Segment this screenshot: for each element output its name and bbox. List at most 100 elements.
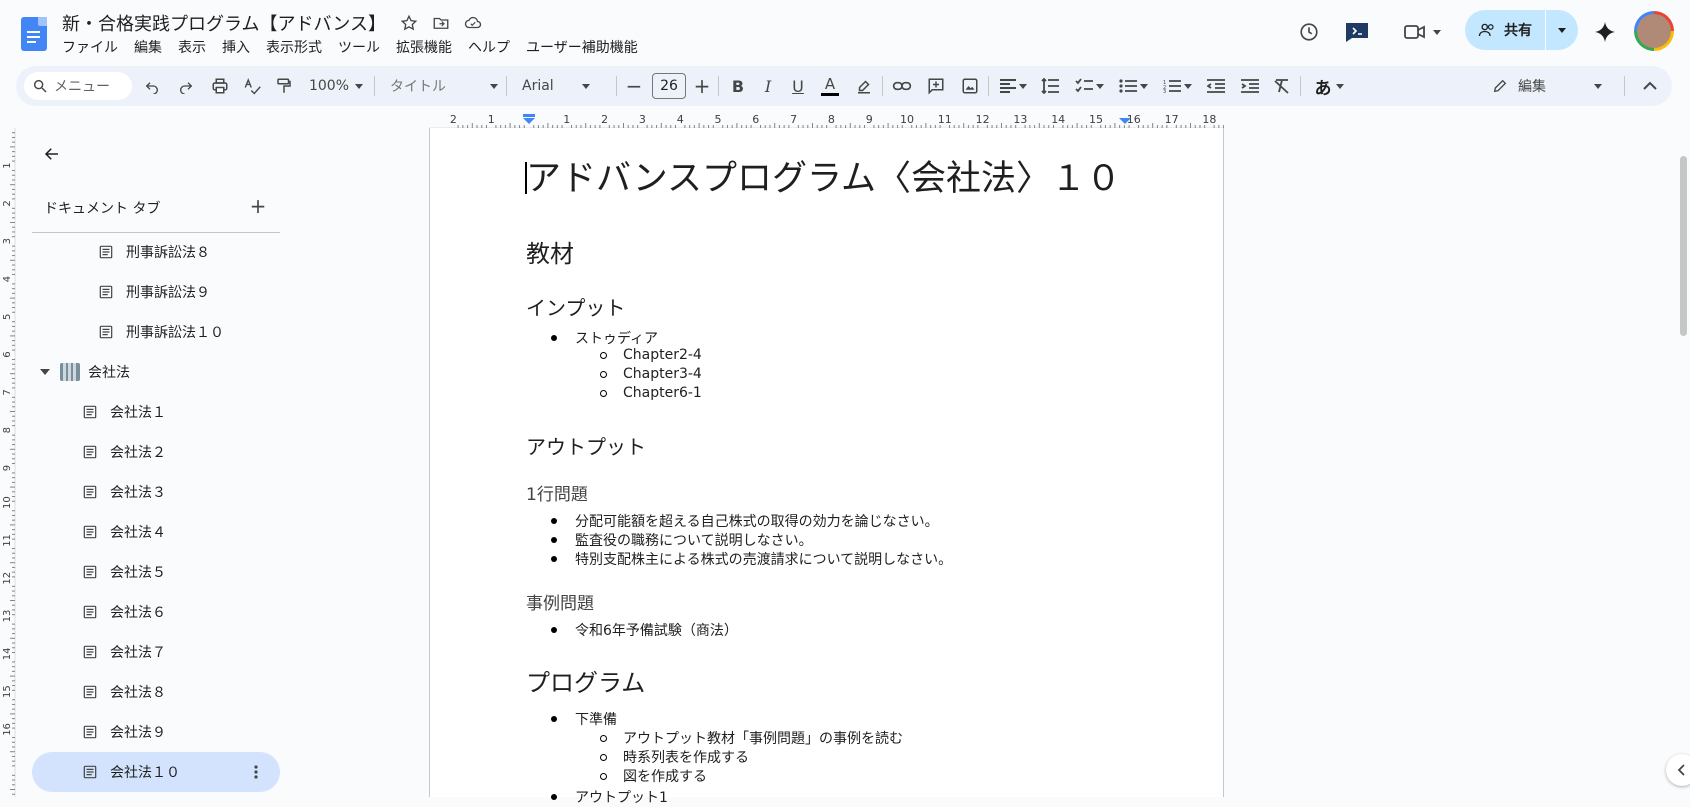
increase-indent-icon[interactable]: [1236, 66, 1264, 106]
list-item[interactable]: Chapter6-1: [600, 385, 702, 401]
font-select[interactable]: Arial: [514, 66, 612, 106]
decrease-font-size-icon[interactable]: −: [622, 66, 646, 106]
heading-materials[interactable]: 教材: [526, 234, 574, 269]
text-color-icon[interactable]: A: [816, 66, 844, 106]
expand-side-panel-icon[interactable]: [1666, 754, 1690, 786]
avatar[interactable]: [1634, 11, 1674, 51]
align-icon[interactable]: [994, 66, 1032, 106]
menu-extensions[interactable]: 拡張機能: [396, 37, 460, 57]
list-item[interactable]: 特別支配株主による株式の売渡請求について説明しなさい。: [551, 549, 952, 569]
heading-output[interactable]: アウトプット: [526, 431, 646, 460]
horizontal-ruler[interactable]: 2 1 1 2 3 4 5 6 7 8 9 10 11 12 13 14 15 16 17 18: [429, 109, 1224, 129]
bold-icon[interactable]: B: [724, 66, 752, 106]
cloud-saved-icon[interactable]: [462, 12, 484, 34]
list-item[interactable]: 図を作成する: [600, 766, 707, 786]
list-item[interactable]: Chapter2-4: [600, 347, 702, 363]
decrease-indent-icon[interactable]: [1202, 66, 1230, 106]
back-arrow-icon[interactable]: [36, 138, 68, 170]
docs-logo-icon[interactable]: [21, 17, 47, 51]
menu-format[interactable]: 表示形式: [266, 37, 330, 57]
add-tab-icon[interactable]: +: [244, 192, 272, 220]
sidebar-tab-item[interactable]: 会社法３: [82, 472, 166, 512]
paint-format-icon[interactable]: [270, 66, 298, 106]
star-icon[interactable]: [398, 12, 420, 34]
tabs-header: ドキュメント タブ: [44, 201, 161, 217]
sidebar-group-company-law[interactable]: 会社法: [40, 352, 130, 392]
heading-input[interactable]: インプット: [526, 292, 625, 321]
bulleted-list-icon[interactable]: [1112, 66, 1154, 106]
menu-view[interactable]: 表示: [178, 37, 214, 57]
share-main-button[interactable]: 共有: [1465, 10, 1545, 50]
left-indent-marker[interactable]: [523, 118, 535, 124]
heading-case[interactable]: 事例問題: [526, 589, 594, 614]
underline-icon[interactable]: U: [784, 66, 812, 106]
sidebar-tab-item[interactable]: 刑事訴訟法１０: [98, 312, 224, 352]
menu-insert[interactable]: 挿入: [222, 37, 258, 57]
input-tools-select[interactable]: あ: [1306, 66, 1352, 106]
increase-font-size-icon[interactable]: +: [690, 66, 714, 106]
list-item[interactable]: 分配可能額を超える自己株式の取得の効力を論じなさい。: [551, 511, 939, 531]
redo-icon[interactable]: [172, 66, 200, 106]
highlight-icon[interactable]: [850, 66, 878, 106]
more-options-icon[interactable]: [246, 762, 266, 782]
comments-icon[interactable]: [1339, 14, 1375, 50]
style-select[interactable]: タイトル: [382, 66, 502, 106]
first-line-indent-marker[interactable]: [523, 114, 535, 117]
sidebar-tab-item[interactable]: 刑事訴訟法９: [98, 272, 210, 312]
sidebar-tab-item[interactable]: 会社法４: [82, 512, 166, 552]
list-item[interactable]: Chapter3-4: [600, 366, 702, 382]
clear-formatting-icon[interactable]: [1268, 66, 1296, 106]
italic-icon[interactable]: I: [754, 66, 782, 106]
zoom-select[interactable]: 100%: [306, 66, 366, 106]
line-spacing-icon[interactable]: [1036, 66, 1064, 106]
list-item[interactable]: 令和6年予備試験（商法）: [551, 620, 738, 640]
menu-edit[interactable]: 編集: [134, 37, 170, 57]
list-item[interactable]: アウトプット教材「事例問題」の事例を読む: [600, 728, 903, 748]
expand-triangle-icon[interactable]: [40, 369, 50, 375]
collapse-menus-icon[interactable]: [1636, 66, 1664, 106]
menu-tools[interactable]: ツール: [338, 37, 388, 57]
list-item[interactable]: 下準備: [551, 709, 617, 729]
insert-link-icon[interactable]: [888, 66, 916, 106]
share-button[interactable]: 共有: [1465, 10, 1578, 50]
menu-file[interactable]: ファイル: [62, 37, 126, 57]
sidebar-tab-item[interactable]: 会社法５: [82, 552, 166, 592]
vertical-ruler[interactable]: 12345678910111213141516: [0, 128, 16, 797]
menu-search[interactable]: メニュー: [24, 72, 132, 100]
sidebar-tab-item[interactable]: 会社法１: [82, 392, 166, 432]
editing-mode-select[interactable]: 編集: [1478, 66, 1608, 106]
share-dropdown-button[interactable]: [1546, 10, 1578, 50]
gemini-icon[interactable]: [1587, 14, 1623, 50]
document-title[interactable]: 新・合格実践プログラム【アドバンス】: [62, 10, 386, 36]
sidebar-tab-item-active[interactable]: 会社法１０: [32, 752, 280, 792]
font-size-input[interactable]: 26: [652, 73, 686, 99]
list-item[interactable]: 時系列表を作成する: [600, 747, 749, 767]
meet-icon[interactable]: [1397, 14, 1447, 50]
doc-heading-title[interactable]: アドバンスプログラム〈会社法〉１０: [526, 150, 1121, 201]
undo-icon[interactable]: [138, 66, 166, 106]
sidebar-tab-item[interactable]: 会社法７: [82, 632, 166, 672]
sidebar-tab-item[interactable]: 会社法８: [82, 672, 166, 712]
document-page[interactable]: アドバンスプログラム〈会社法〉１０ 教材 インプット ストゥディア Chapte…: [429, 128, 1224, 806]
heading-one-line[interactable]: 1行問題: [526, 480, 588, 505]
sidebar-item-label: 会社法３: [110, 485, 166, 501]
version-history-icon[interactable]: [1291, 14, 1327, 50]
print-icon[interactable]: [206, 66, 234, 106]
heading-program[interactable]: プログラム: [526, 663, 645, 698]
scrollbar-thumb[interactable]: [1680, 156, 1687, 336]
sidebar-tab-item[interactable]: 会社法６: [82, 592, 166, 632]
numbered-list-icon[interactable]: 123: [1156, 66, 1198, 106]
sidebar-tab-item[interactable]: 会社法２: [82, 432, 166, 472]
spellcheck-icon[interactable]: [238, 66, 266, 106]
list-item[interactable]: ストゥディア: [551, 328, 658, 348]
list-item[interactable]: 監査役の職務について説明しなさい。: [551, 530, 813, 550]
list-item[interactable]: アウトプット1: [551, 787, 668, 807]
move-folder-icon[interactable]: [430, 12, 452, 34]
add-comment-icon[interactable]: [922, 66, 950, 106]
insert-image-icon[interactable]: [956, 66, 984, 106]
menu-help[interactable]: ヘルプ: [468, 37, 518, 57]
sidebar-tab-item[interactable]: 会社法９: [82, 712, 166, 752]
checklist-icon[interactable]: [1068, 66, 1110, 106]
menu-accessibility[interactable]: ユーザー補助機能: [526, 37, 646, 57]
sidebar-tab-item[interactable]: 刑事訴訟法８: [98, 232, 210, 272]
